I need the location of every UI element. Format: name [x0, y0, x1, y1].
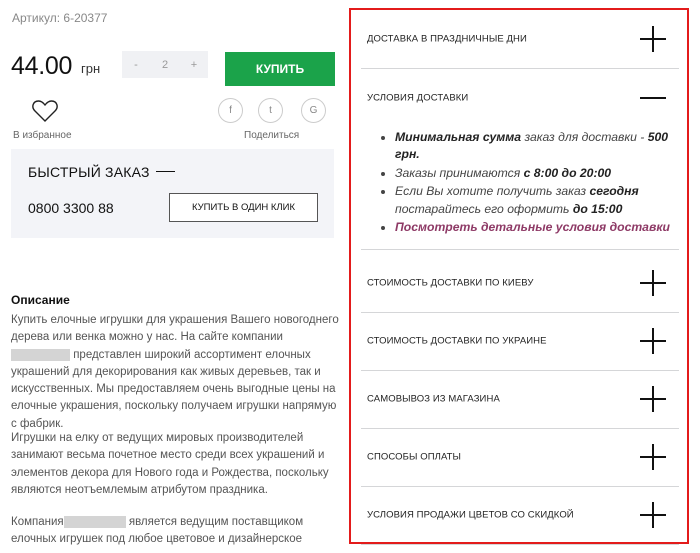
accordion-label[interactable]: САМОВЫВОЗ ИЗ МАГАЗИНА: [367, 394, 500, 405]
buy-button[interactable]: КУПИТЬ: [225, 52, 335, 86]
accordion-ukraine-delivery-cost[interactable]: СТОИМОСТЬ ДОСТАВКИ ПО УКРАИНЕ: [361, 312, 679, 371]
accordion-label[interactable]: СПОСОБЫ ОПЛАТЫ: [367, 452, 461, 463]
accordion-label[interactable]: ДОСТАВКА В ПРАЗДНИЧНЫЕ ДНИ: [367, 34, 527, 45]
description-text: Компания: [11, 516, 64, 528]
quantity-value[interactable]: 2: [151, 59, 179, 71]
description-title: Описание: [11, 293, 70, 307]
title-dash: [156, 171, 175, 172]
accordion-discount-flowers[interactable]: УСЛОВИЯ ПРОДАЖИ ЦВЕТОВ СО СКИДКОЙ: [361, 486, 679, 545]
sku-label: Артикул: 6-20377: [12, 11, 108, 25]
accordion-label[interactable]: СТОИМОСТЬ ДОСТАВКИ ПО КИЕВУ: [367, 278, 534, 289]
google-icon[interactable]: G: [301, 98, 326, 123]
accordion-label[interactable]: УСЛОВИЯ ПРОДАЖИ ЦВЕТОВ СО СКИДКОЙ: [367, 510, 574, 521]
plus-icon[interactable]: [640, 328, 666, 354]
decrement-button[interactable]: -: [122, 59, 150, 71]
plus-icon[interactable]: [640, 444, 666, 470]
delivery-conditions-content: Минимальная сумма заказ для доставки - 5…: [361, 128, 679, 263]
increment-button[interactable]: +: [180, 59, 208, 71]
price: 44.00: [11, 52, 73, 80]
quick-order-title: БЫСТРЫЙ ЗАКАЗ: [28, 164, 150, 180]
list-item: Заказы принимаются с 8:00 до 20:00: [395, 165, 679, 182]
list-item: Если Вы хотите получить заказ сегодня по…: [395, 183, 679, 218]
accordion-holiday-delivery[interactable]: ДОСТАВКА В ПРАЗДНИЧНЫЕ ДНИ: [361, 10, 679, 69]
plus-icon[interactable]: [640, 26, 666, 52]
product-panel: Артикул: 6-20377 44.00 грн - 2 + КУПИТЬ …: [0, 0, 345, 553]
accordion-label[interactable]: УСЛОВИЯ ДОСТАВКИ: [367, 93, 468, 104]
accordion-store-pickup[interactable]: САМОВЫВОЗ ИЗ МАГАЗИНА: [361, 370, 679, 429]
accordion-label[interactable]: СТОИМОСТЬ ДОСТАВКИ ПО УКРАИНЕ: [367, 336, 547, 347]
phone-number[interactable]: 0800 3300 88: [28, 200, 114, 216]
accordion-kyiv-delivery-cost[interactable]: СТОИМОСТЬ ДОСТАВКИ ПО КИЕВУ: [361, 254, 679, 313]
delivery-accordion: ДОСТАВКА В ПРАЗДНИЧНЫЕ ДНИ УСЛОВИЯ ДОСТА…: [349, 8, 689, 545]
description-paragraph-3: Компания является ведущим поставщиком ел…: [11, 514, 341, 549]
plus-icon[interactable]: [640, 386, 666, 412]
heart-icon[interactable]: [32, 99, 58, 123]
description-text: Купить елочные игрушки для украшения Ваш…: [11, 314, 339, 344]
quantity-stepper[interactable]: - 2 +: [122, 51, 208, 78]
list-item: Минимальная сумма заказ для доставки - 5…: [395, 129, 679, 164]
plus-icon[interactable]: [640, 270, 666, 296]
minus-icon[interactable]: [640, 97, 666, 99]
quick-order-box: БЫСТРЫЙ ЗАКАЗ 0800 3300 88 КУПИТЬ В ОДИН…: [11, 149, 334, 238]
accordion-payment-methods[interactable]: СПОСОБЫ ОПЛАТЫ: [361, 428, 679, 487]
twitter-icon[interactable]: t: [258, 98, 283, 123]
plus-icon[interactable]: [640, 502, 666, 528]
favorites-label[interactable]: В избранное: [13, 130, 72, 141]
list-item[interactable]: Посмотреть детальные условия доставки: [395, 219, 679, 236]
divider: [361, 248, 679, 250]
facebook-icon[interactable]: f: [218, 98, 243, 123]
redacted-company-name: [63, 515, 126, 528]
currency: грн: [81, 61, 101, 76]
description-paragraph-1: Купить елочные игрушки для украшения Ваш…: [11, 312, 341, 433]
delivery-details-link[interactable]: Посмотреть детальные условия доставки: [395, 220, 670, 234]
share-label: Поделиться: [244, 130, 300, 141]
description-paragraph-2: Игрушки на елку от ведущих мировых произ…: [11, 432, 329, 496]
one-click-buy-button[interactable]: КУПИТЬ В ОДИН КЛИК: [169, 193, 318, 222]
redacted-company-name: [11, 348, 70, 361]
description-text: представлен широкий ассортимент елочных …: [11, 348, 337, 430]
accordion-delivery-conditions[interactable]: УСЛОВИЯ ДОСТАВКИ: [361, 68, 679, 128]
